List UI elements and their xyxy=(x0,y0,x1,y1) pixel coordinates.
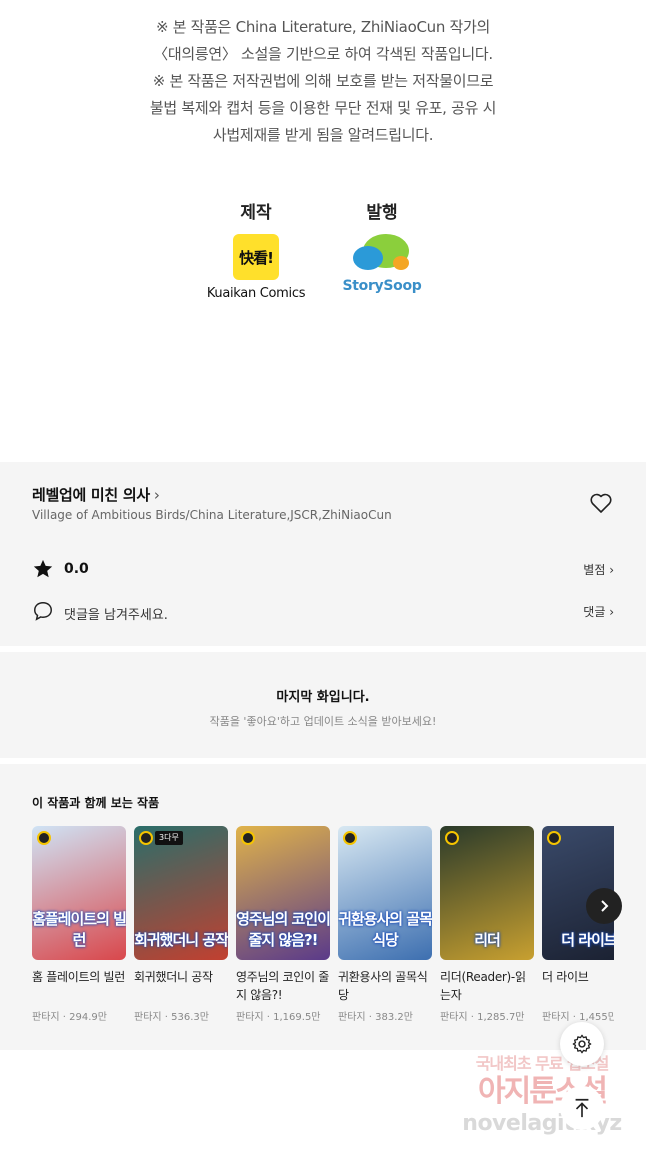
card-meta: 판타지 · 383.2만 xyxy=(338,1012,413,1023)
clock-icon xyxy=(241,831,255,845)
work-info-panel: 레벨업에 미친 의사 › Village of Ambitious Birds/C… xyxy=(0,462,646,646)
publisher-credit: 발행 StorySoop xyxy=(322,198,442,294)
cover-thumbnail[interactable]: 영주님의 코인이 줄지 않음?! xyxy=(236,826,330,960)
clock-icon xyxy=(547,831,561,845)
settings-button[interactable] xyxy=(560,1022,604,1066)
production-credit: 제작 快看! Kuaikan Comics xyxy=(196,198,316,301)
work-title-link[interactable]: 레벨업에 미친 의사 › xyxy=(32,484,160,505)
card-title: 리더(Reader)-읽는자 xyxy=(440,970,526,1002)
recommendation-card[interactable]: 영주님의 코인이 줄지 않음?! 영주님의 코인이 줄지 않음?! 판타지 · 1,… xyxy=(236,826,330,1023)
last-episode-subtitle: 작품을 '좋아요'하고 업데이트 소식을 받아보세요! xyxy=(209,715,437,728)
gear-icon xyxy=(572,1034,592,1054)
card-meta: 판타지 · 1,169.5만 xyxy=(236,1012,321,1023)
cover-title-text: 영주님의 코인이 줄지 않음?! xyxy=(236,910,330,949)
last-episode-panel: 마지막 화입니다. 작품을 '좋아요'하고 업데이트 소식을 받아보세요! xyxy=(0,652,646,758)
chevron-right-icon xyxy=(601,900,609,912)
production-label: 제작 xyxy=(240,203,272,223)
cover-thumbnail[interactable]: 귀환용사의 골목식당 xyxy=(338,826,432,960)
recommendation-card[interactable]: 3다무 회귀했더니 공작 회귀했더니 공작 판타지 · 536.3만 xyxy=(134,826,228,1023)
watermark-line: novelagit.xyz xyxy=(462,1111,622,1136)
notice-line: ※ 본 작품은 China Literature, ZhiNiaoCun 작가의 xyxy=(155,18,491,36)
recommendations-heading: 이 작품과 함께 보는 작품 xyxy=(32,796,160,810)
clock-icon xyxy=(445,831,459,845)
comment-row[interactable]: 댓글을 남겨주세요. 댓글 › xyxy=(32,600,614,626)
comment-link[interactable]: 댓글 › xyxy=(583,603,614,620)
cover-thumbnail[interactable]: 3다무회귀했더니 공작 xyxy=(134,826,228,960)
cover-title-text: 홈플레이트의 빌런 xyxy=(32,910,126,949)
cover-title-text: 귀환용사의 골목식당 xyxy=(338,910,432,949)
watermark-line: 아지툰소설 xyxy=(478,1074,608,1109)
arrow-up-icon xyxy=(575,1098,589,1118)
rating-row: 0.0 별점 › xyxy=(32,558,614,584)
watermark-line: 국내최초 무료 웹소설 xyxy=(475,1054,610,1073)
cover-title-text: 회귀했더니 공작 xyxy=(134,931,228,949)
cover-title-text: 더 라이브 xyxy=(561,931,614,949)
site-watermark: 국내최초 무료 웹소설 아지툰소설 novelagit.xyz xyxy=(444,1050,640,1160)
comment-prompt: 댓글을 남겨주세요. xyxy=(64,608,168,623)
card-meta: 판타지 · 536.3만 xyxy=(134,1012,209,1023)
scroll-top-button[interactable] xyxy=(560,1086,604,1130)
card-title: 회귀했더니 공작 xyxy=(134,970,213,984)
recommendation-card[interactable]: 리더리더(Reader)-읽는자판타지 · 1,285.7만 xyxy=(440,826,534,1023)
recommendation-card[interactable]: 더 라이브 더 라이브 판타지 · 1,455만 xyxy=(542,826,614,1023)
notice-line: 〈대의릉연〉 소설을 기반으로 하여 각색된 작품입니다. xyxy=(153,45,493,63)
card-title: 더 라이브 xyxy=(542,970,589,984)
cover-thumbnail[interactable]: 홈플레이트의 빌런 xyxy=(32,826,126,960)
carousel-next-button[interactable] xyxy=(586,888,622,924)
storysoop-logo xyxy=(347,232,417,278)
card-title: 영주님의 코인이 줄지 않음?! xyxy=(236,970,329,1002)
publisher-name: StorySoop xyxy=(342,278,422,294)
recommendation-carousel: 홈플레이트의 빌런 홈 플레이트의 빌런 판타지 · 294.9만 3다무 회귀했더니 … xyxy=(32,826,614,1036)
recommendation-card[interactable]: 홈플레이트의 빌런홈 플레이트의 빌런판타지 · 294.9만 xyxy=(32,826,126,1023)
star-icon xyxy=(33,559,53,578)
card-meta: 판타지 · 294.9만 xyxy=(32,1012,107,1023)
card-title: 홈 플레이트의 빌런 xyxy=(32,970,125,984)
clock-icon xyxy=(343,831,357,845)
recommendation-card[interactable]: 귀환용사의 골목식당 귀환용사의 골목식당 판타지 · 383.2만 xyxy=(338,826,432,1023)
free-badge: 3다무 xyxy=(155,831,183,845)
kuaikan-logo: 快看! xyxy=(233,234,279,280)
notice-line: ※ 본 작품은 저작권법에 의해 보호를 받는 저작물이므로 xyxy=(152,72,494,90)
notice-line: 불법 복제와 캡처 등을 이용한 무단 전재 및 유포, 공유 시 xyxy=(149,99,497,117)
last-episode-title: 마지막 화입니다. xyxy=(276,690,370,705)
card-meta: 판타지 · 1,285.7만 xyxy=(440,1012,525,1023)
rating-value: 0.0 xyxy=(64,561,89,577)
recommendations-section: 이 작품과 함께 보는 작품 홈플레이트의 빌런홈 플레이트의 빌런판타지 · … xyxy=(0,764,646,1050)
cover-title-text: 리더 xyxy=(474,931,501,949)
credits-section: 제작 快看! Kuaikan Comics 발행 StorySoop xyxy=(0,198,646,318)
production-name: Kuaikan Comics xyxy=(206,286,306,301)
work-title: 레벨업에 미친 의사 xyxy=(32,486,150,504)
card-meta: 판타지 · 1,455만 xyxy=(542,1012,614,1023)
cover-thumbnail[interactable]: 리더 xyxy=(440,826,534,960)
clock-icon xyxy=(139,831,153,845)
notice-line: 사법제재를 받게 됨을 알려드립니다. xyxy=(212,126,434,144)
card-title: 귀환용사의 골목식당 xyxy=(338,970,428,1002)
work-authors: Village of Ambitious Birds/China Literat… xyxy=(32,508,392,522)
chevron-right-icon: › xyxy=(153,486,160,504)
publisher-label: 발행 xyxy=(366,203,398,223)
copyright-notice: ※ 본 작품은 China Literature, ZhiNiaoCun 작가의… xyxy=(0,14,646,149)
heart-icon[interactable] xyxy=(589,492,613,514)
rating-link[interactable]: 별점 › xyxy=(583,561,614,578)
speech-bubble-icon xyxy=(34,602,52,621)
clock-icon xyxy=(37,831,51,845)
